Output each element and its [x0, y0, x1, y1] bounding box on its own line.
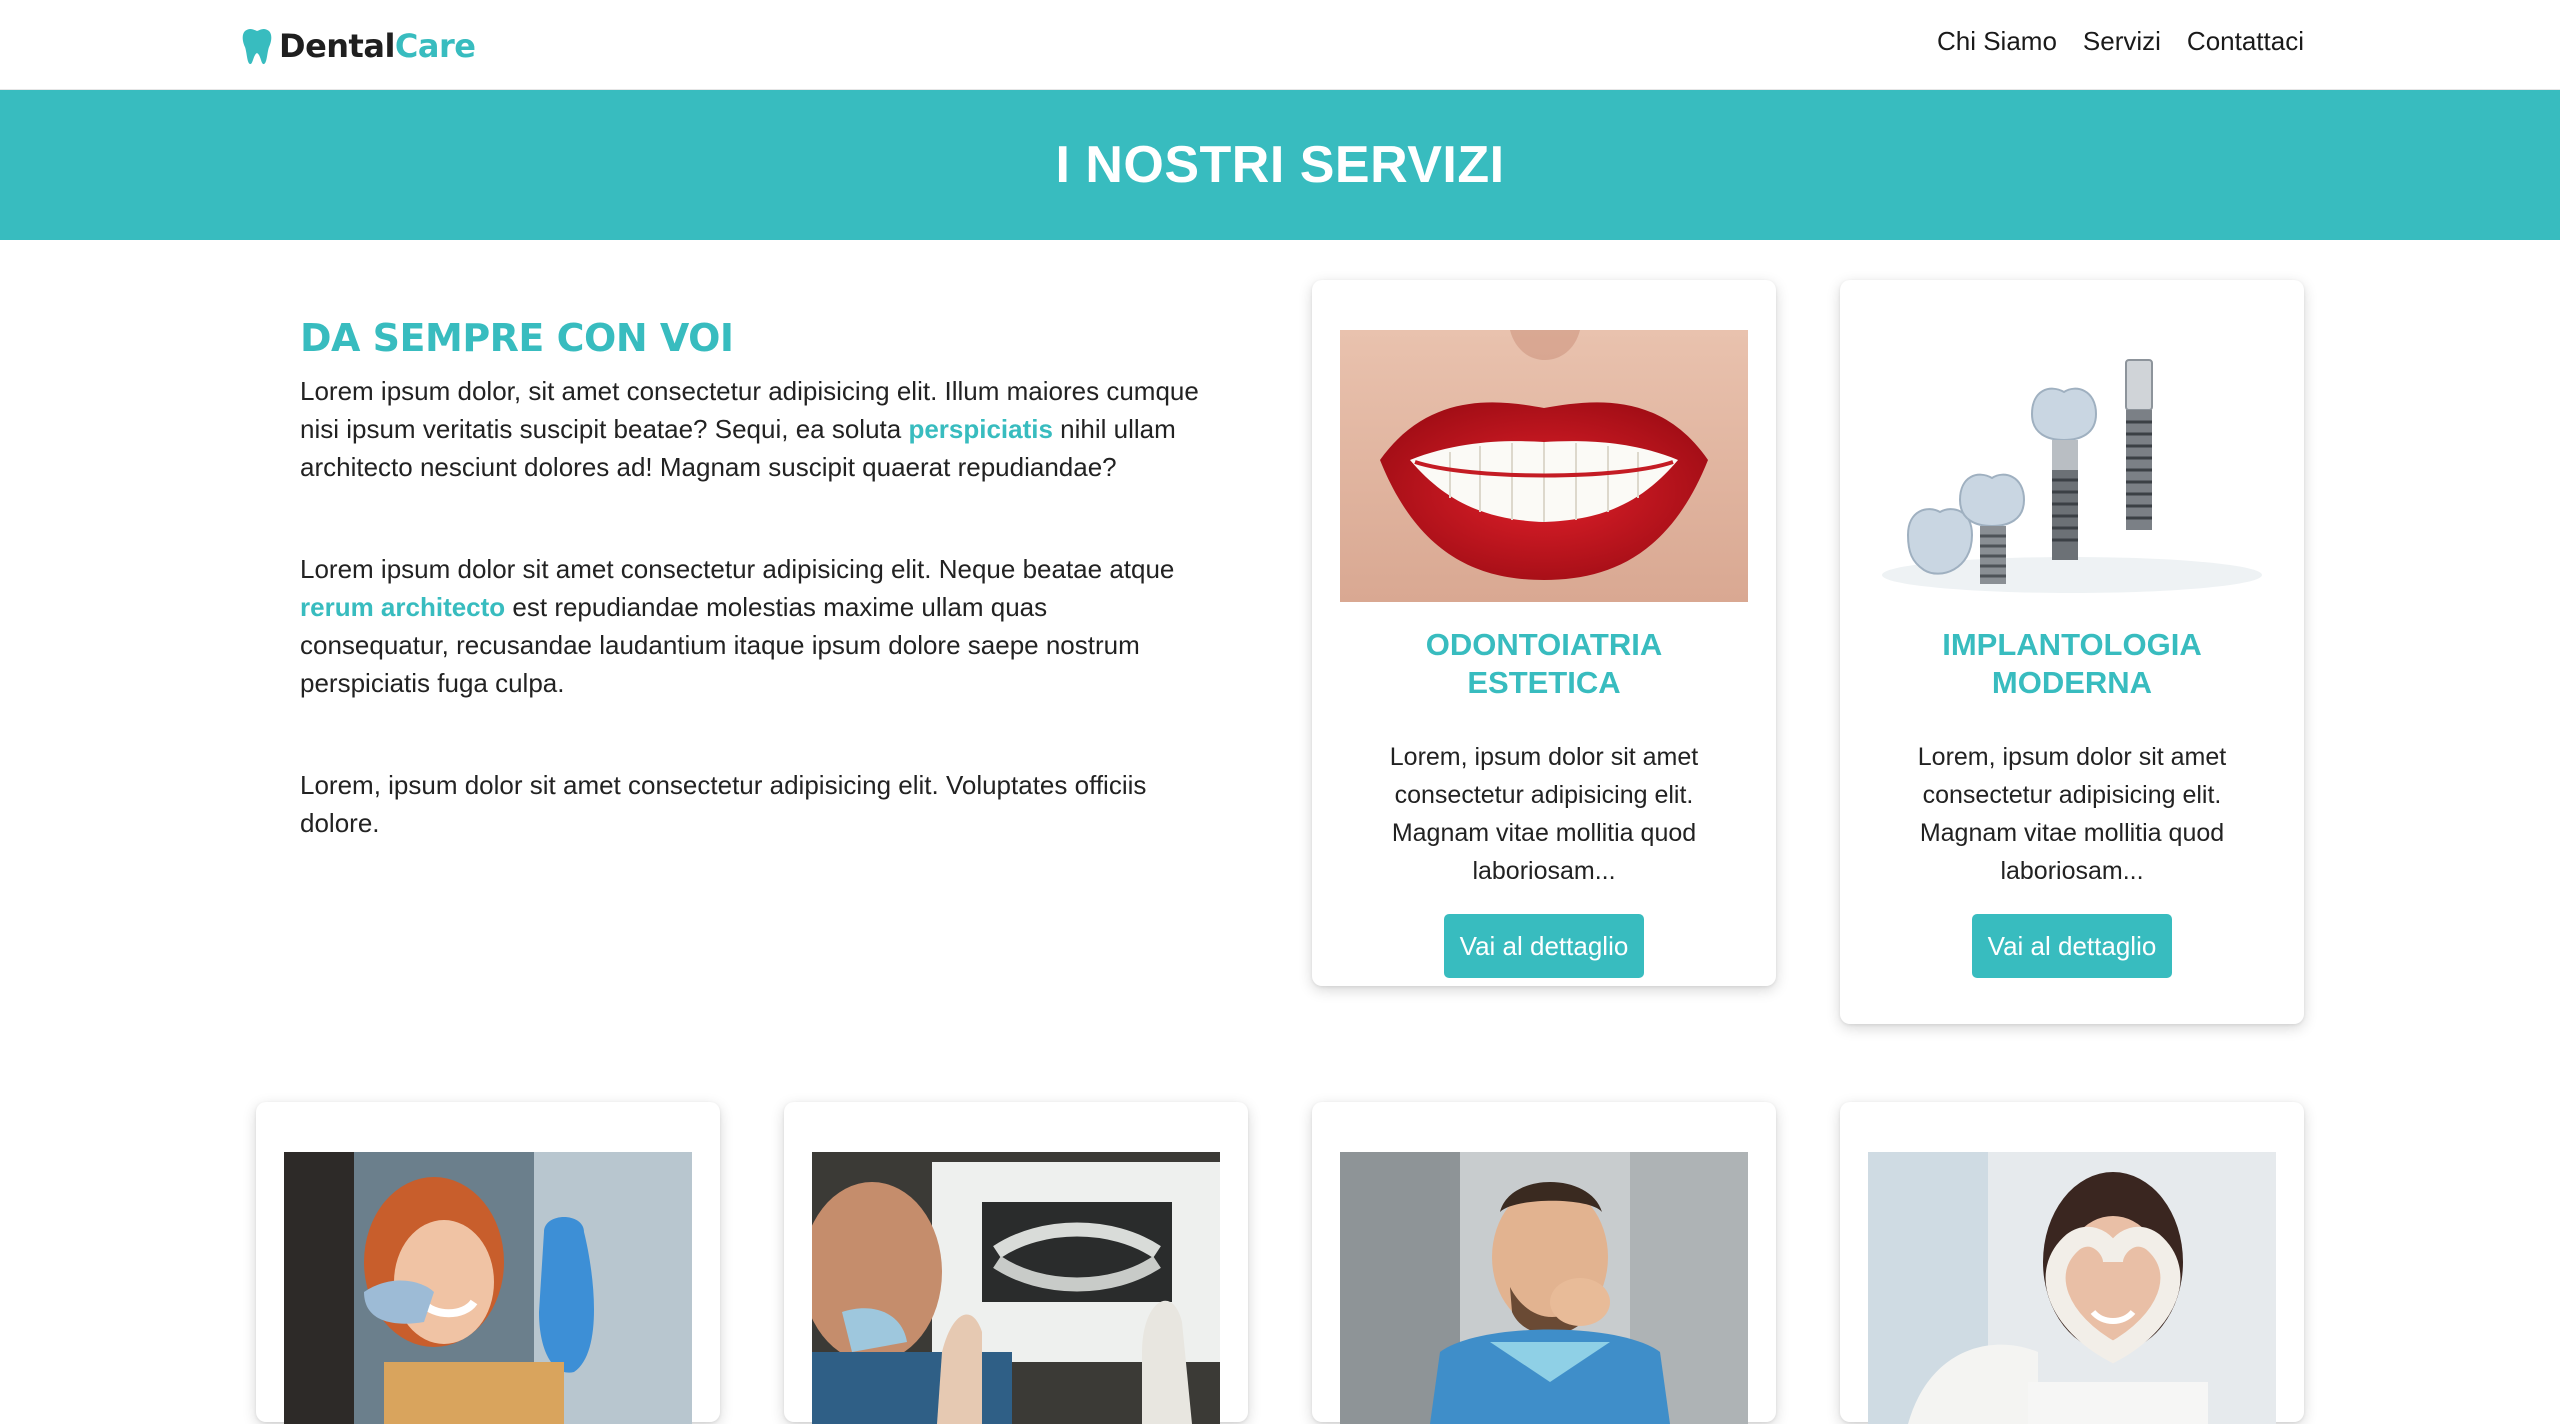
heart-hands-photo: [1868, 1152, 2276, 1424]
nav-link-contattaci[interactable]: Contattaci: [2187, 26, 2304, 56]
navbar: DentalCare Chi Siamo Servizi Contattaci: [0, 0, 2560, 90]
smile-photo: [1340, 330, 1748, 602]
xray-photo: [812, 1152, 1220, 1424]
service-card-implantologia: IMPLANTOLOGIA MODERNA Lorem, ipsum dolor…: [1840, 280, 2304, 1024]
service-card-3: [256, 1102, 720, 1424]
nav-link-servizi[interactable]: Servizi: [2083, 26, 2161, 56]
card-text: Lorem, ipsum dolor sit amet consectetur …: [1389, 743, 1699, 885]
link-perspiciatis[interactable]: perspiciatis: [908, 414, 1053, 444]
service-card-6: [1840, 1102, 2304, 1424]
link-rerum-architecto[interactable]: rerum architecto: [300, 592, 505, 622]
card-title: IMPLANTOLOGIA MODERNA: [1942, 627, 2202, 700]
details-button[interactable]: Vai al dettaglio: [1971, 914, 2173, 978]
card-title: ODONTOIATRIA ESTETICA: [1425, 627, 1663, 700]
intro-section: DA SEMPRE CON VOI Lorem ipsum dolor, sit…: [300, 316, 1200, 906]
service-card-odontoiatria: ODONTOIATRIA ESTETICA Lorem, ipsum dolor…: [1312, 280, 1776, 986]
service-card-4: [784, 1102, 1248, 1424]
brand-logo[interactable]: DentalCare: [241, 24, 476, 68]
nav-link-chi-siamo[interactable]: Chi Siamo: [1937, 26, 2057, 56]
brand-name: DentalCare: [279, 27, 476, 65]
intro-heading: DA SEMPRE CON VOI: [300, 316, 734, 360]
dental-implants-photo: [1868, 330, 2276, 602]
card-text: Lorem, ipsum dolor sit amet consectetur …: [1917, 743, 2227, 885]
service-card-5: [1312, 1102, 1776, 1424]
toothache-photo: [1340, 1152, 1748, 1424]
intro-paragraph-1: Lorem ipsum dolor, sit amet consectetur …: [300, 376, 1199, 482]
page-title: I NOSTRI SERVIZI: [1055, 136, 1505, 194]
nav-links: Chi Siamo Servizi Contattaci: [1937, 26, 2304, 57]
intro-paragraph-2: Lorem ipsum dolor sit amet consectetur a…: [300, 554, 1175, 698]
hero-band: I NOSTRI SERVIZI: [0, 90, 2560, 240]
intro-paragraph-3: Lorem, ipsum dolor sit amet consectetur …: [300, 770, 1147, 838]
details-button[interactable]: Vai al dettaglio: [1443, 914, 1645, 978]
patient-mirror-photo: [284, 1152, 692, 1424]
tooth-icon: [242, 28, 272, 65]
